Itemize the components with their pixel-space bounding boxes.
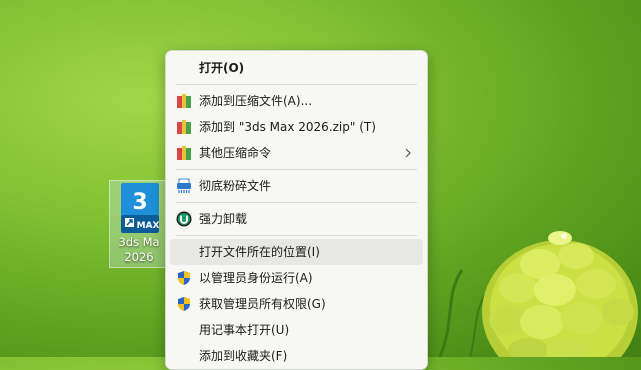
plant-wallpaper-image — [418, 231, 638, 357]
menu-item-label: 添加到压缩文件(A)... — [199, 94, 313, 108]
menu-separator — [176, 169, 417, 170]
uninstall-icon — [176, 211, 192, 227]
menu-item-other-compress[interactable]: 其他压缩命令 — [170, 140, 423, 166]
menu-item-label: 获取管理员所有权限(G) — [199, 297, 326, 311]
menu-separator — [176, 84, 417, 85]
menu-item-open[interactable]: 打开(O) — [170, 55, 423, 81]
menu-item-take-ownership[interactable]: 获取管理员所有权限(G) — [170, 291, 423, 317]
app-badge-text: MAX — [137, 221, 159, 231]
winrar-archive-icon — [177, 146, 191, 160]
menu-item-open-with-notepad[interactable]: 用记事本打开(U) — [170, 317, 423, 343]
menu-item-force-uninstall[interactable]: 强力卸载 — [170, 206, 423, 232]
menu-item-run-as-admin[interactable]: 以管理员身份运行(A) — [170, 265, 423, 291]
menu-item-label: 添加到收藏夹(F) — [199, 349, 288, 363]
menu-item-label: 添加到 "3ds Max 2026.zip" (T) — [199, 120, 376, 134]
menu-item-label: 以管理员身份运行(A) — [199, 271, 313, 285]
menu-item-label: 强力卸载 — [199, 212, 248, 226]
uac-shield-icon — [178, 271, 190, 285]
menu-separator — [176, 202, 417, 203]
menu-item-shred-file[interactable]: 彻底粉碎文件 — [170, 173, 423, 199]
shortcut-label: 3ds Ma 2026 — [110, 235, 168, 265]
shredder-icon — [177, 178, 191, 193]
winrar-archive-icon — [177, 94, 191, 108]
context-menu: 打开(O) 添加到压缩文件(A)... 添加到 "3ds Max 2026.zi… — [165, 50, 428, 370]
app-badge-number: 3 — [132, 190, 147, 215]
uac-shield-icon — [178, 297, 190, 311]
menu-item-add-to-archive[interactable]: 添加到压缩文件(A)... — [170, 88, 423, 114]
3ds-max-app-icon: 3 MAX — [121, 183, 159, 233]
menu-item-label: 打开文件所在的位置(I) — [199, 245, 320, 259]
desktop-shortcut-3ds-max[interactable]: 3 MAX 3ds Ma 2026 — [109, 180, 169, 268]
shortcut-label-line2: 2026 — [124, 250, 154, 264]
menu-item-add-to-favorites[interactable]: 添加到收藏夹(F) — [170, 343, 423, 369]
menu-item-label: 打开(O) — [199, 61, 245, 75]
chevron-right-icon — [405, 148, 411, 158]
menu-item-label: 其他压缩命令 — [199, 146, 272, 160]
menu-item-open-file-location[interactable]: 打开文件所在的位置(I) — [170, 239, 423, 265]
menu-item-label: 用记事本打开(U) — [199, 323, 290, 337]
shortcut-label-line1: 3ds Ma — [118, 235, 160, 249]
menu-separator — [176, 235, 417, 236]
menu-item-label: 彻底粉碎文件 — [199, 179, 272, 193]
winrar-archive-icon — [177, 120, 191, 134]
menu-item-add-to-zip[interactable]: 添加到 "3ds Max 2026.zip" (T) — [170, 114, 423, 140]
